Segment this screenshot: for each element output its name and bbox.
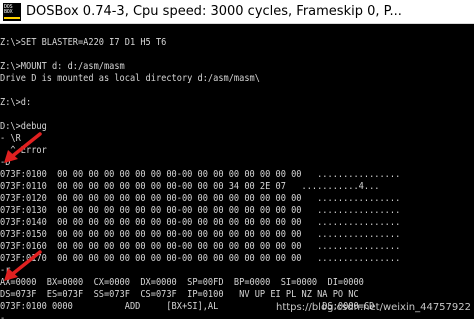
window-titlebar[interactable]: DOS BOX DOSBox 0.74-3, Cpu speed: 3000 c…: [0, 0, 474, 24]
console-line: 073F:0130 00 00 00 00 00 00 00 00-00 00 …: [0, 205, 401, 216]
console-line: DS=073F ES=073F SS=073F CS=073F IP=0100 …: [0, 289, 359, 300]
console-line: 073F:0150 00 00 00 00 00 00 00 00-00 00 …: [0, 229, 401, 240]
console-line: -: [0, 313, 6, 319]
console-line: 073F:0110 00 00 00 00 00 00 00 00-00 00 …: [0, 181, 380, 192]
app-icon-label-bottom: BOX: [4, 9, 13, 15]
window-title: DOSBox 0.74-3, Cpu speed: 3000 cycles, F…: [26, 4, 402, 19]
console-line: 073F:0120 00 00 00 00 00 00 00 00-00 00 …: [0, 193, 401, 204]
watermark-text: https://blog.csdn.net/weixin_44757922: [275, 302, 471, 313]
console-line: Drive D is mounted as local directory d:…: [0, 73, 260, 84]
dos-console[interactable]: Z:\>SET BLASTER=A220 I7 D1 H5 T6 Z:\>MOU…: [0, 24, 474, 319]
console-line: Z:\>d:: [0, 97, 32, 108]
app-icon-stripe: [4, 17, 20, 19]
console-line: AX=0000 BX=0000 CX=0000 DX=0000 SP=00FD …: [0, 277, 364, 288]
console-line: 073F:0170 00 00 00 00 00 00 00 00-00 00 …: [0, 253, 401, 264]
console-line: 073F:0100 00 00 00 00 00 00 00 00-00 00 …: [0, 169, 401, 180]
dosbox-app-icon[interactable]: DOS BOX: [3, 3, 21, 21]
annotation-arrow-icon: [4, 132, 42, 163]
console-line: 073F:0160 00 00 00 00 00 00 00 00-00 00 …: [0, 241, 401, 252]
annotation-arrow-icon: [4, 250, 42, 281]
console-line: Z:\>SET BLASTER=A220 I7 D1 H5 T6: [0, 37, 167, 48]
console-line: 073F:0140 00 00 00 00 00 00 00 00-00 00 …: [0, 217, 401, 228]
console-line: Z:\>MOUNT d: d:/asm/masm: [0, 61, 125, 72]
